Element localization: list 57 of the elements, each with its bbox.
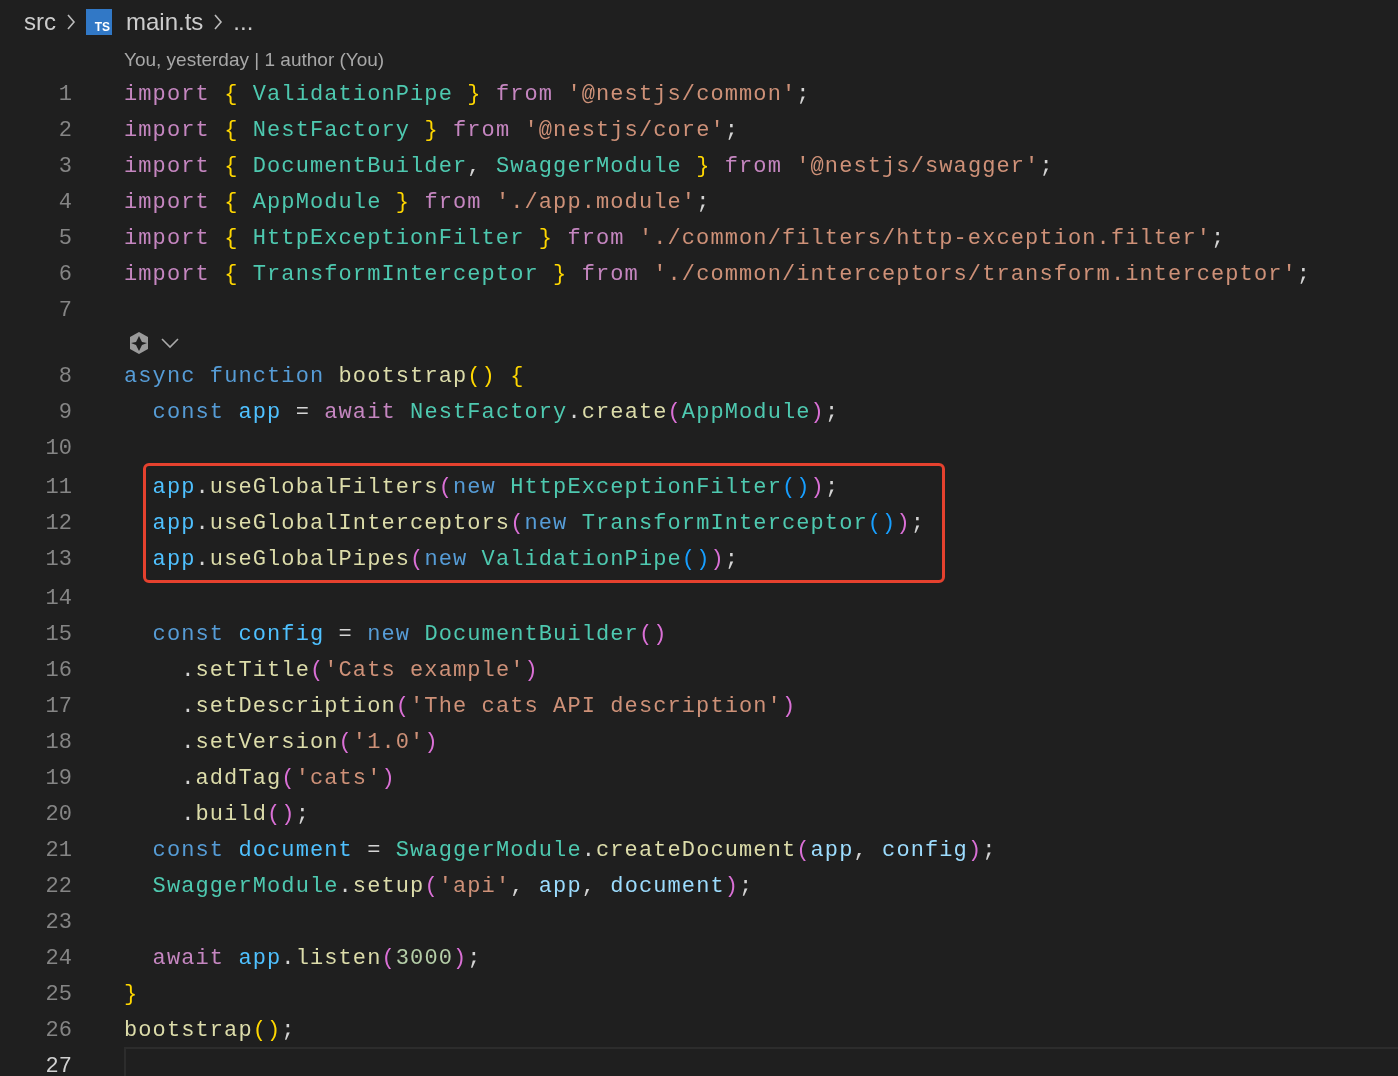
code-line: .addTag('cats') xyxy=(180,765,396,791)
line-number: 1 xyxy=(57,81,72,107)
line-number: 14 xyxy=(44,585,72,611)
line-number: 26 xyxy=(44,1017,72,1043)
code-line: import { ValidationPipe } from '@nestjs/common'; xyxy=(124,81,811,107)
code-line: const app = await NestFactory.create(AppModule); xyxy=(151,399,840,425)
code-line: .setTitle('Cats example') xyxy=(180,657,539,683)
line-number: 12 xyxy=(44,510,72,536)
code-line: import { TransformInterceptor } from './common/interceptors/transform.interceptor'; xyxy=(124,261,1312,287)
code-line: .setVersion('1.0') xyxy=(180,729,439,755)
code-line: import { HttpExceptionFilter } from './common/filters/http-exception.filter'; xyxy=(124,225,1226,251)
line-number: 24 xyxy=(44,945,72,971)
line-number: 7 xyxy=(57,297,72,323)
line-number: 27 xyxy=(44,1053,72,1076)
chevron-right-icon xyxy=(213,13,224,31)
line-number: 19 xyxy=(44,765,72,791)
line-number: 3 xyxy=(57,153,72,179)
code-line: bootstrap(); xyxy=(124,1017,296,1043)
line-number: 21 xyxy=(44,837,72,863)
line-number: 16 xyxy=(44,657,72,683)
line-number: 4 xyxy=(57,189,72,215)
line-number: 20 xyxy=(44,801,72,827)
line-number: 15 xyxy=(44,621,72,647)
line-number: 9 xyxy=(57,399,72,425)
line-number: 17 xyxy=(44,693,72,719)
line-number: 2 xyxy=(57,117,72,143)
code-line: import { DocumentBuilder, SwaggerModule } from '@nestjs/swagger'; xyxy=(124,153,1054,179)
code-line: app.useGlobalInterceptors(new TransformInterceptor()); xyxy=(151,510,925,536)
line-number: 23 xyxy=(44,909,72,935)
line-number: 10 xyxy=(44,435,72,461)
chevron-down-icon[interactable] xyxy=(160,337,180,349)
code-line: .build(); xyxy=(180,801,310,827)
line-number: 5 xyxy=(57,225,72,251)
code-line: const document = SwaggerModule.createDocument(app, config); xyxy=(151,837,997,863)
code-line: async function bootstrap() { xyxy=(124,363,525,389)
line-number: 18 xyxy=(44,729,72,755)
line-number: 8 xyxy=(57,363,72,389)
code-line: const config = new DocumentBuilder() xyxy=(151,621,668,647)
chevron-right-icon xyxy=(66,13,76,31)
code-line: import { AppModule } from './app.module'; xyxy=(124,189,711,215)
line-number: 22 xyxy=(44,873,72,899)
code-line: import { NestFactory } from '@nestjs/core'; xyxy=(124,117,740,143)
code-line: .setDescription('The cats API description') xyxy=(180,693,797,719)
typescript-file-icon: TS xyxy=(86,9,112,35)
code-line: app.useGlobalFilters(new HttpExceptionFilter()); xyxy=(151,474,840,500)
code-line: await app.listen(3000); xyxy=(151,945,482,971)
code-line: SwaggerModule.setup('api', app, document); xyxy=(151,873,754,899)
breadcrumb-item[interactable]: main.ts xyxy=(126,8,204,36)
git-blame-annotation[interactable]: You, yesterday | 1 author (You) xyxy=(124,49,385,71)
code-line: } xyxy=(124,981,139,1007)
line-number: 13 xyxy=(44,546,72,572)
line-number: 6 xyxy=(57,261,72,287)
breadcrumb-more[interactable]: ... xyxy=(233,8,254,36)
code-line: app.useGlobalPipes(new ValidationPipe()); xyxy=(151,546,740,572)
breadcrumb-item[interactable]: src xyxy=(24,8,56,36)
line-number: 11 xyxy=(44,474,72,500)
line-number: 25 xyxy=(44,981,72,1007)
